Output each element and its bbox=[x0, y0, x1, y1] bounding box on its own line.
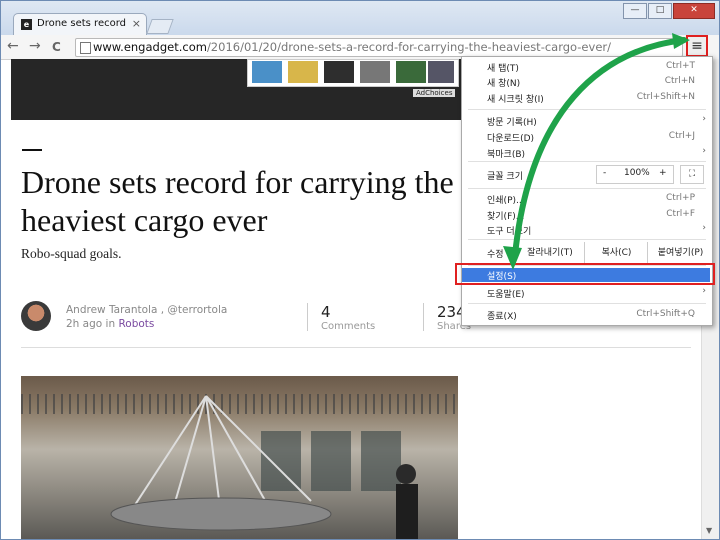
menu-item-more-tools[interactable]: 도구 더보기 › bbox=[462, 223, 712, 237]
menu-separator bbox=[468, 109, 706, 110]
zoom-in-button[interactable]: + bbox=[659, 168, 667, 178]
back-arrow-icon[interactable]: ← bbox=[7, 38, 19, 54]
menu-item-label: 인쇄(P)... bbox=[487, 196, 525, 206]
menu-item-label: 방문 기록(H) bbox=[487, 118, 537, 128]
page-icon bbox=[80, 42, 91, 54]
menu-item-bookmarks[interactable]: 북마크(B) › bbox=[462, 146, 712, 160]
menu-item-shortcut: Ctrl+Shift+Q bbox=[636, 309, 695, 319]
submenu-arrow-icon: › bbox=[702, 146, 706, 156]
posted-time: 2h ago in bbox=[66, 318, 119, 330]
url-host: www.engadget.com bbox=[93, 40, 207, 54]
menu-item-shortcut: Ctrl+P bbox=[666, 193, 695, 203]
menu-item-label: 도움말(E) bbox=[487, 290, 525, 300]
menu-item-history[interactable]: 방문 기록(H) › bbox=[462, 114, 712, 128]
article-subhead: Robo-squad goals. bbox=[21, 246, 122, 261]
menu-item-exit[interactable]: 종료(X) Ctrl+Shift+Q bbox=[462, 309, 712, 322]
author-name[interactable]: Andrew Tarantola , @terrortola bbox=[66, 304, 227, 316]
menu-separator bbox=[468, 239, 706, 240]
menu-item-find[interactable]: 찾기(F)... Ctrl+F bbox=[462, 209, 712, 222]
menu-separator bbox=[468, 303, 706, 304]
author-avatar[interactable] bbox=[21, 301, 51, 331]
ad-thumbnail[interactable] bbox=[396, 61, 426, 83]
engadget-favicon-icon: e bbox=[21, 19, 32, 30]
ad-thumbnail[interactable] bbox=[252, 61, 282, 83]
paste-button[interactable]: 붙여넣기(P) bbox=[647, 242, 713, 264]
zoom-out-button[interactable]: - bbox=[603, 168, 606, 178]
menu-item-downloads[interactable]: 다운로드(D) Ctrl+J bbox=[462, 131, 712, 144]
tab-title: Drone sets record for car bbox=[37, 18, 129, 29]
ad-thumbnail[interactable] bbox=[288, 61, 318, 83]
menu-item-shortcut: Ctrl+T bbox=[665, 61, 695, 71]
menu-item-shortcut: Ctrl+J bbox=[668, 131, 695, 141]
comments-stat[interactable]: 4 Comments bbox=[307, 303, 376, 332]
settings-highlight-box bbox=[455, 263, 715, 285]
headline-line-2: heaviest cargo ever bbox=[21, 202, 268, 238]
menu-item-label: 글꼴 크기 bbox=[487, 172, 523, 182]
submenu-arrow-icon: › bbox=[702, 286, 706, 296]
zoom-level: 100% bbox=[624, 168, 650, 178]
chrome-menu: 새 탭(T) Ctrl+T 새 창(N) Ctrl+N 새 시크릿 창(I) C… bbox=[461, 56, 713, 326]
reload-icon[interactable]: C bbox=[52, 40, 61, 54]
address-bar[interactable]: www.engadget.com/2016/01/20/drone-sets-a… bbox=[75, 38, 683, 57]
menu-item-shortcut: Ctrl+F bbox=[666, 209, 695, 219]
submenu-arrow-icon: › bbox=[702, 223, 706, 233]
menu-item-label: 도구 더보기 bbox=[487, 227, 532, 237]
cut-button[interactable]: 잘라내기(T) bbox=[514, 242, 585, 264]
article-headline: Drone sets record for carrying the heavi… bbox=[21, 163, 461, 239]
menu-separator bbox=[468, 161, 706, 162]
close-window-button[interactable]: ✕ bbox=[673, 3, 715, 19]
ad-thumbnail[interactable] bbox=[428, 61, 454, 83]
menu-item-label: 종료(X) bbox=[487, 312, 517, 322]
submenu-arrow-icon: › bbox=[702, 114, 706, 124]
zoom-control: - 100% + bbox=[596, 165, 674, 184]
adchoices-label[interactable]: AdChoices bbox=[413, 89, 456, 97]
window-controls: — □ ✕ bbox=[622, 3, 715, 19]
menu-item-label: 새 시크릿 창(I) bbox=[487, 95, 544, 105]
menu-item-label: 새 창(N) bbox=[487, 79, 521, 89]
headline-dash bbox=[22, 149, 42, 151]
scroll-down-icon[interactable]: ▼ bbox=[706, 526, 712, 535]
drone-illustration bbox=[110, 395, 418, 539]
url-text: www.engadget.com/2016/01/20/drone-sets-a… bbox=[93, 40, 611, 54]
menu-item-shortcut: Ctrl+Shift+N bbox=[636, 92, 695, 102]
fullscreen-icon[interactable]: ⛶ bbox=[680, 165, 704, 184]
ad-thumbnail[interactable] bbox=[324, 61, 354, 83]
menu-item-label: 다운로드(D) bbox=[487, 134, 535, 144]
new-tab-button[interactable] bbox=[146, 19, 174, 34]
menu-item-label: 새 탭(T) bbox=[487, 64, 519, 74]
chrome-menu-button[interactable]: ≡ bbox=[686, 35, 708, 57]
menu-item-print[interactable]: 인쇄(P)... Ctrl+P bbox=[462, 193, 712, 206]
menu-item-new-tab[interactable]: 새 탭(T) Ctrl+T bbox=[462, 61, 712, 74]
tab-close-icon[interactable]: × bbox=[132, 17, 141, 30]
minimize-button[interactable]: — bbox=[623, 3, 647, 19]
maximize-button[interactable]: □ bbox=[648, 3, 672, 19]
menu-item-new-incognito[interactable]: 새 시크릿 창(I) Ctrl+Shift+N bbox=[462, 92, 712, 105]
menu-item-label: 북마크(B) bbox=[487, 150, 526, 160]
url-path: /2016/01/20/drone-sets-a-record-for-carr… bbox=[206, 40, 611, 54]
category-link[interactable]: Robots bbox=[118, 318, 154, 330]
forward-arrow-icon[interactable]: → bbox=[29, 38, 41, 54]
posted-info: 2h ago in Robots bbox=[66, 318, 154, 330]
menu-item-shortcut: Ctrl+N bbox=[664, 76, 695, 86]
menu-separator bbox=[468, 188, 706, 189]
menu-item-help[interactable]: 도움말(E) › bbox=[462, 286, 712, 300]
ad-thumbnail[interactable] bbox=[360, 61, 390, 83]
comments-label: Comments bbox=[321, 321, 376, 332]
menu-item-label: 찾기(F)... bbox=[487, 212, 525, 222]
menu-item-label: 수정 bbox=[487, 250, 504, 260]
menu-item-new-window[interactable]: 새 창(N) Ctrl+N bbox=[462, 76, 712, 89]
copy-button[interactable]: 복사(C) bbox=[584, 242, 648, 264]
comments-count: 4 bbox=[321, 303, 331, 321]
menu-item-edit: 수정 잘라내기(T) 복사(C) 붙여넣기(P) bbox=[462, 242, 712, 264]
byline-divider bbox=[21, 347, 691, 348]
ad-thumbnails[interactable] bbox=[247, 59, 459, 87]
title-bar: e Drone sets record for car × — □ ✕ bbox=[1, 1, 719, 36]
browser-tab[interactable]: e Drone sets record for car × bbox=[13, 13, 147, 36]
article-photo[interactable] bbox=[21, 376, 458, 539]
menu-item-zoom: 글꼴 크기 bbox=[462, 169, 712, 182]
headline-line-1: Drone sets record for carrying the bbox=[21, 164, 454, 200]
